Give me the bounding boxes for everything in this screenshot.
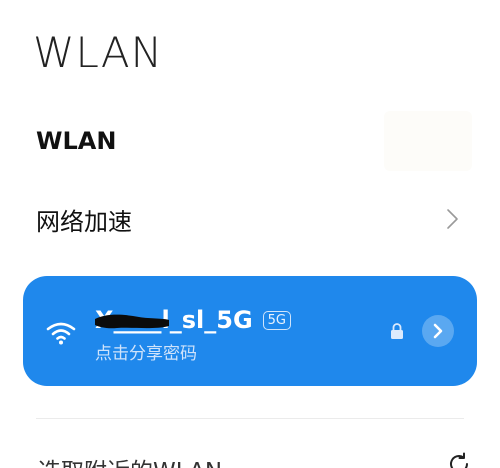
divider	[36, 418, 464, 419]
network-name-line: X____l_sl_5G 5G	[95, 306, 291, 334]
lock-icon	[391, 323, 403, 339]
chevron-right-icon	[447, 209, 458, 229]
network-name-wrap: X____l_sl_5G	[95, 306, 253, 334]
redaction-mark	[95, 314, 169, 329]
band-badge: 5G	[262, 310, 291, 330]
connected-network-card[interactable]: X____l_sl_5G 5G 点击分享密码	[23, 276, 477, 386]
chevron-right-icon	[433, 323, 443, 339]
wlan-toggle-label: WLAN	[36, 127, 117, 155]
network-acceleration-row[interactable]: 网络加速	[36, 196, 472, 242]
nearby-networks-title: 选取附近的WLAN	[38, 452, 222, 468]
refresh-icon[interactable]	[447, 452, 471, 468]
wlan-toggle-switch[interactable]	[384, 111, 472, 171]
page-title: WLAN	[33, 28, 164, 77]
wifi-icon	[46, 322, 76, 345]
network-acceleration-label: 网络加速	[36, 207, 132, 236]
share-password-hint[interactable]: 点击分享密码	[95, 339, 197, 364]
network-details-button[interactable]	[422, 315, 454, 347]
wlan-settings-screen: WLAN WLAN 网络加速 X____l_sl_5G 5G 点击分享密码	[0, 0, 500, 468]
